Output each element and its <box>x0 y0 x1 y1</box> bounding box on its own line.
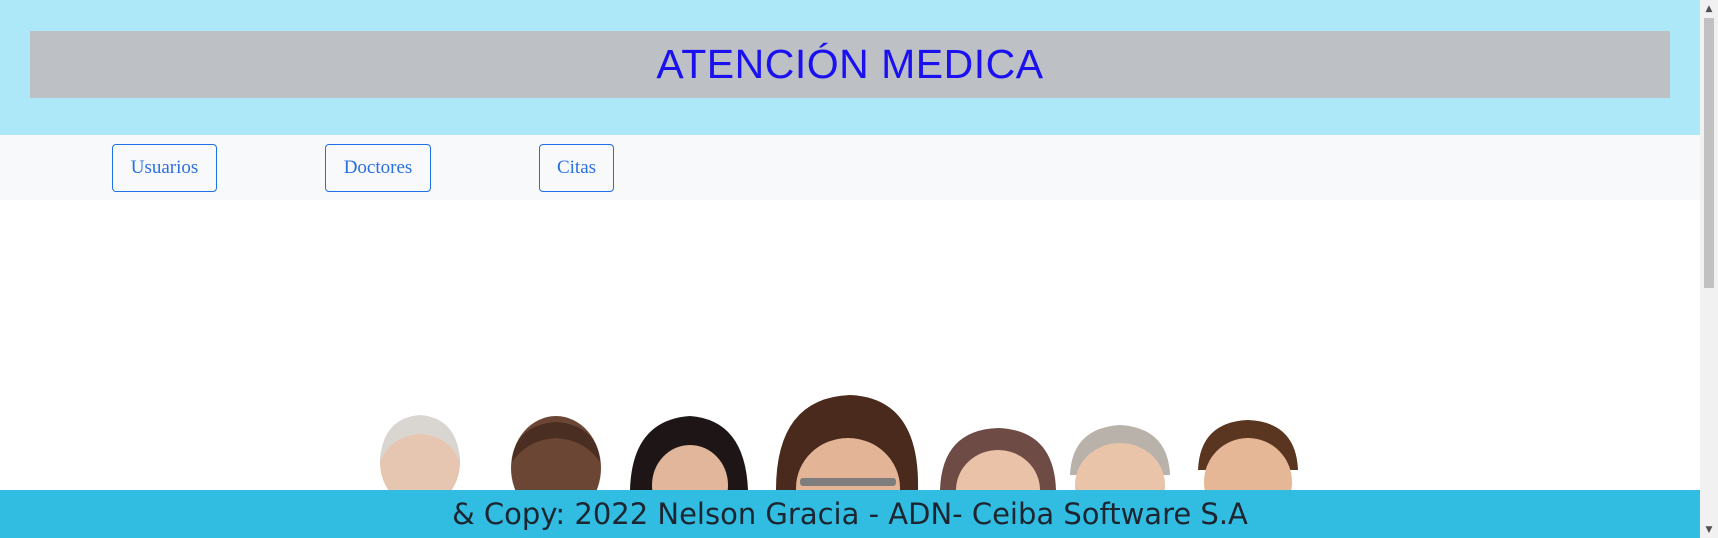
title-banner: ATENCIÓN MEDICA <box>30 31 1670 98</box>
medical-team-photo <box>380 395 1298 490</box>
footer: & Copy: 2022 Nelson Gracia - ADN- Ceiba … <box>0 490 1700 538</box>
person-4 <box>776 395 919 490</box>
person-5 <box>940 428 1056 490</box>
person-1 <box>380 415 460 490</box>
vertical-scrollbar[interactable]: ▲ ▼ <box>1700 0 1718 538</box>
scrollbar-thumb[interactable] <box>1704 18 1714 288</box>
person-3 <box>630 416 748 490</box>
nav-button-usuarios[interactable]: Usuarios <box>112 144 217 192</box>
person-7 <box>1198 420 1298 490</box>
nav-button-doctores[interactable]: Doctores <box>325 144 431 192</box>
person-2 <box>511 416 601 490</box>
scroll-down-arrow-icon[interactable]: ▼ <box>1700 521 1718 538</box>
nav-button-citas[interactable]: Citas <box>539 144 614 192</box>
person-6 <box>1070 425 1170 490</box>
scroll-up-arrow-icon[interactable]: ▲ <box>1700 0 1718 17</box>
header: ATENCIÓN MEDICA <box>0 0 1700 135</box>
navbar: Usuarios Doctores Citas <box>0 135 1700 200</box>
hero-image <box>0 200 1700 490</box>
page-title: ATENCIÓN MEDICA <box>656 41 1044 87</box>
page: ATENCIÓN MEDICA Usuarios Doctores Citas <box>0 0 1718 538</box>
footer-copyright: & Copy: 2022 Nelson Gracia - ADN- Ceiba … <box>452 497 1248 531</box>
